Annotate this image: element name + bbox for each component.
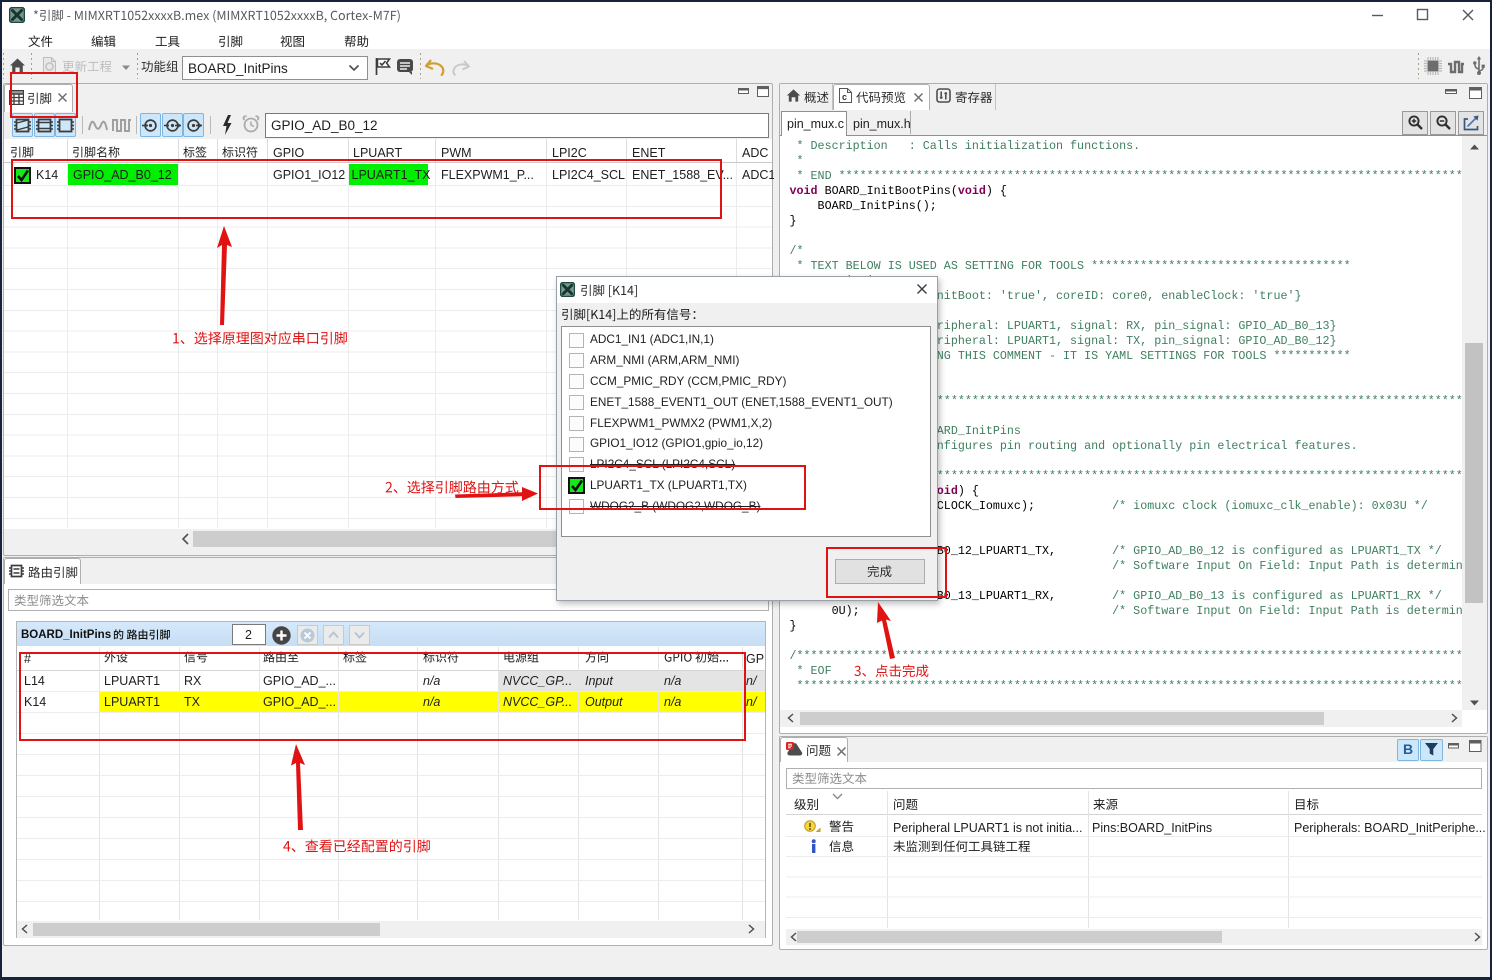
svg-text:c: c	[842, 92, 847, 102]
